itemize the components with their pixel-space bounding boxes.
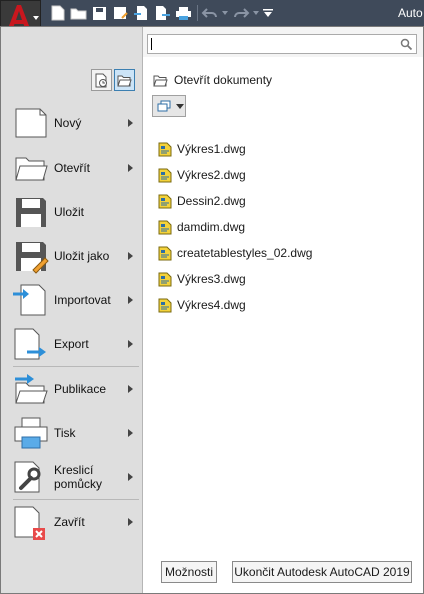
document-name: Výkres2.dwg (177, 168, 246, 182)
chevron-right-icon (128, 252, 133, 260)
publish-icon (15, 374, 48, 404)
menu-item-label: Uložit (54, 205, 85, 219)
save-icon[interactable] (90, 4, 109, 22)
new-icon[interactable] (48, 4, 67, 22)
options-button[interactable]: Možnosti (161, 561, 217, 583)
open-documents-heading: Otevřít dokumenty (153, 73, 272, 87)
document-name: Výkres4.dwg (177, 298, 246, 312)
chevron-right-icon (128, 340, 133, 348)
folder-icon (153, 75, 168, 86)
chevron-right-icon (128, 119, 133, 127)
open-documents-list: Výkres1.dwg Výkres2.dwg Dessin2.dwg damd… (158, 136, 312, 318)
document-name: createtablestyles_02.dwg (177, 246, 313, 260)
recent-documents-view-button[interactable] (91, 69, 112, 91)
import-icon (13, 284, 46, 316)
dwg-file-icon (158, 168, 172, 182)
menu-item-print[interactable]: Tisk (1, 411, 143, 455)
menu-item-open[interactable]: Otevřít (1, 146, 143, 190)
display-mode-dropdown[interactable] (152, 95, 186, 117)
chevron-down-icon (176, 103, 184, 109)
save-icon (16, 198, 46, 227)
document-item[interactable]: Výkres3.dwg (158, 266, 312, 292)
print-icon (14, 417, 48, 449)
document-item[interactable]: createtablestyles_02.dwg (158, 240, 312, 266)
menu-item-label-line1: Kreslicí (54, 463, 94, 477)
view-toggle (91, 69, 135, 91)
window-stack-icon (157, 100, 171, 112)
chevron-right-icon (128, 296, 133, 304)
menu-item-label: Kreslicí pomůcky (54, 463, 102, 491)
recent-documents-icon (95, 73, 107, 87)
dwg-file-icon (158, 142, 172, 156)
export-icon (14, 328, 46, 360)
export-icon[interactable] (153, 4, 172, 22)
menu-item-label: Publikace (54, 382, 107, 396)
menu-item-publish[interactable]: Publikace (1, 367, 143, 411)
open-documents-icon (117, 75, 132, 86)
menu-item-save-as[interactable]: Uložit jako (1, 234, 143, 278)
left-command-pane: Nový Otevřít Uložit Uložit jako Importov… (1, 27, 143, 593)
menu-item-label: Tisk (54, 426, 76, 440)
menu-item-drawing-utilities[interactable]: Kreslicí pomůcky (1, 455, 143, 499)
menu-item-export[interactable]: Export (1, 322, 143, 366)
document-name: damdim.dwg (177, 220, 246, 234)
undo-dropdown-icon[interactable] (221, 4, 229, 22)
redo-icon[interactable] (231, 4, 250, 22)
menu-item-label: Export (54, 337, 89, 351)
chevron-right-icon (128, 473, 133, 481)
menu-item-label: Otevřít (54, 161, 91, 175)
menu-item-import[interactable]: Importovat (1, 278, 143, 322)
dwg-file-icon (158, 298, 172, 312)
wrench-icon (14, 461, 41, 493)
chevron-right-icon (128, 518, 133, 526)
menu-item-new[interactable]: Nový (1, 101, 143, 145)
toolbar-separator (197, 5, 198, 21)
window-title: Auto (398, 6, 423, 20)
open-documents-view-button[interactable] (114, 69, 135, 91)
dwg-file-icon (158, 194, 172, 208)
menu-item-label: Nový (54, 116, 82, 130)
customize-toolbar-icon[interactable] (262, 4, 274, 22)
application-menu: Nový Otevřít Uložit Uložit jako Importov… (0, 26, 424, 594)
dwg-file-icon (158, 220, 172, 234)
dwg-file-icon (158, 272, 172, 286)
search-icon[interactable] (400, 38, 413, 51)
quick-access-toolbar (48, 3, 276, 23)
menu-item-label: Importovat (54, 293, 111, 307)
document-item[interactable]: Výkres1.dwg (158, 136, 312, 162)
menu-item-close[interactable]: Zavřít (1, 500, 143, 544)
document-name: Výkres1.dwg (177, 142, 246, 156)
menu-item-label: Zavřít (54, 515, 85, 529)
chevron-down-icon (33, 16, 39, 20)
dwg-file-icon (158, 246, 172, 260)
text-caret (151, 38, 152, 50)
new-document-icon (15, 108, 47, 138)
redo-dropdown-icon[interactable] (252, 4, 260, 22)
import-icon[interactable] (132, 4, 151, 22)
save-as-icon[interactable] (111, 4, 130, 22)
document-item[interactable]: Výkres2.dwg (158, 162, 312, 188)
save-as-icon (16, 242, 49, 274)
heading-text: Otevřít dokumenty (174, 73, 273, 87)
document-name: Výkres3.dwg (177, 272, 246, 286)
search-input[interactable] (147, 34, 417, 54)
undo-icon[interactable] (200, 4, 219, 22)
title-bar: Auto (0, 0, 424, 26)
close-document-icon (14, 506, 45, 540)
menu-item-save[interactable]: Uložit (1, 190, 143, 234)
open-folder-icon (15, 157, 48, 181)
command-list: Nový Otevřít Uložit Uložit jako Importov… (1, 101, 143, 544)
chevron-right-icon (128, 164, 133, 172)
document-item[interactable]: damdim.dwg (158, 214, 312, 240)
document-item[interactable]: Výkres4.dwg (158, 292, 312, 318)
chevron-right-icon (128, 429, 133, 437)
document-name: Dessin2.dwg (177, 194, 246, 208)
exit-application-button[interactable]: Ukončit Autodesk AutoCAD 2019 (232, 561, 412, 583)
chevron-right-icon (128, 385, 133, 393)
open-icon[interactable] (69, 4, 88, 22)
document-item[interactable]: Dessin2.dwg (158, 188, 312, 214)
menu-item-label: Uložit jako (54, 249, 110, 263)
menu-item-label-line2: pomůcky (54, 477, 103, 491)
plot-icon[interactable] (174, 4, 193, 22)
